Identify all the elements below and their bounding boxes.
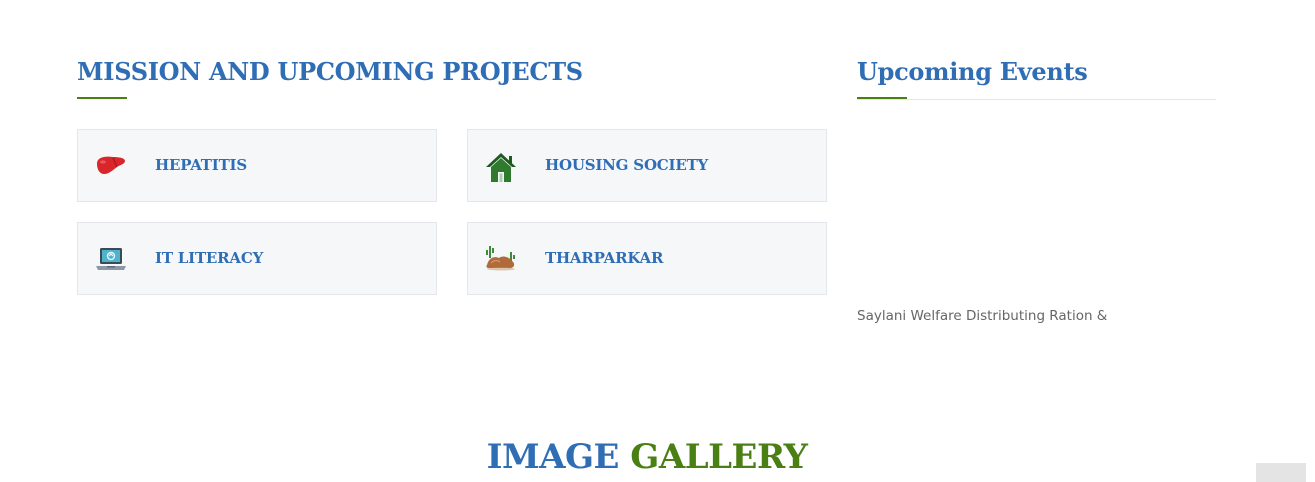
events-section-title: Upcoming Events — [857, 57, 1088, 86]
events-title-accent — [857, 97, 907, 99]
project-label: IT LITERACY — [155, 249, 264, 267]
house-icon — [486, 153, 516, 182]
gallery-title-part1: IMAGE — [486, 437, 620, 477]
project-card-tharparkar[interactable]: THARPARKAR — [467, 222, 827, 295]
mission-section-title: MISSION AND UPCOMING PROJECTS — [77, 57, 583, 86]
mission-title-accent — [77, 97, 127, 99]
project-card-it-literacy[interactable]: IT LITERACY — [77, 222, 437, 295]
desert-cactus-icon — [486, 246, 515, 271]
gallery-title-part2: GALLERY — [630, 437, 808, 477]
laptop-icon — [96, 248, 126, 270]
liver-icon — [97, 156, 125, 174]
event-item-text[interactable]: Saylani Welfare Distributing Ration & — [857, 308, 1107, 324]
events-title-rule — [857, 99, 1216, 100]
gallery-section-title: IMAGE GALLERY — [0, 440, 1294, 474]
project-label: THARPARKAR — [545, 249, 664, 267]
scroll-to-top-button[interactable] — [1256, 463, 1306, 482]
project-label: HOUSING SOCIETY — [545, 156, 709, 174]
project-card-hepatitis[interactable]: HEPATITIS — [77, 129, 437, 202]
project-label: HEPATITIS — [155, 156, 248, 174]
project-card-housing-society[interactable]: HOUSING SOCIETY — [467, 129, 827, 202]
